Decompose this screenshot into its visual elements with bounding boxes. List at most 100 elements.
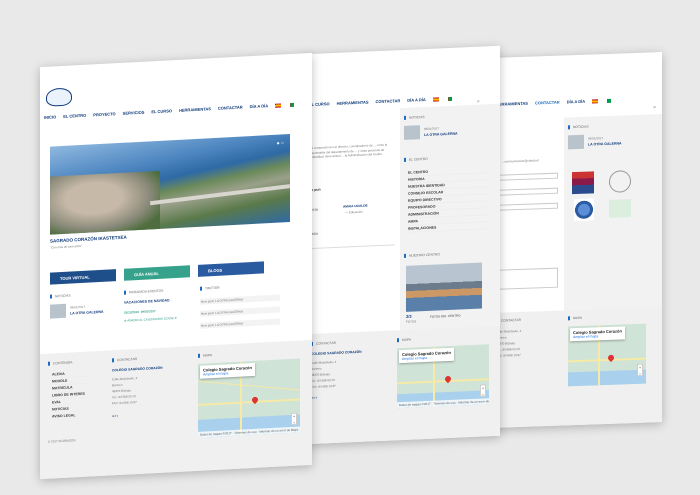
copyright: © 2017 SCORAZON [48, 438, 76, 444]
nav-el-curso[interactable]: EL CURSO [151, 108, 172, 114]
el-centro-page-mockup: EL CURSO HERRAMIENTAS CONTACTAR DÍA A DÍ… [305, 45, 500, 445]
map-zoom-control[interactable]: + − [480, 384, 486, 397]
body-text: ...é compuesto por el director, coordina… [309, 142, 388, 160]
nav-herramientas[interactable]: HERRAMIENTAS [337, 99, 369, 105]
basque-flag-icon[interactable] [288, 102, 295, 107]
partner-logo[interactable] [609, 170, 631, 193]
photo-caption[interactable]: FOTOS DEL CENTRO [430, 313, 461, 318]
news-title[interactable]: LA OTRA GALERNA [588, 141, 622, 146]
footer-links: ALEXIA MOODLE MATRÍCULA LIBRO DE INTERES… [52, 368, 102, 421]
home-page-mockup: INICIO EL CENTRO PROYECTO SERVICIOS EL C… [40, 52, 312, 480]
google-map[interactable]: Colegio Sagrado Corazón Ampliar el mapa … [397, 344, 489, 409]
gallery-heading: NUESTRO CENTRO [404, 252, 440, 258]
mockup-stage: HERRAMIENTAS CONTACTAR DÍA A DÍA ⌕ ...sc… [0, 0, 700, 495]
nav-dia-a-dia[interactable]: DÍA A DÍA [407, 97, 425, 103]
basque-flag-icon[interactable] [605, 98, 612, 103]
main-nav: HERRAMIENTAS CONTACTAR DÍA A DÍA [496, 98, 612, 107]
blogs-button[interactable]: BLOGS [198, 261, 264, 277]
tour-virtual-button[interactable]: TOUR VIRTUAL [50, 269, 116, 285]
news-title[interactable]: LA OTRA GALERNA [70, 310, 104, 316]
search-icon[interactable]: ⌕ [653, 104, 656, 110]
el-centro-heading: EL CENTRO [404, 156, 428, 162]
map-zoom-control[interactable]: + − [637, 363, 643, 376]
nav-contactar[interactable]: CONTACTAR [218, 105, 243, 111]
spanish-flag-icon[interactable] [592, 98, 599, 103]
footer-contact-lines: Calle Matxitxako, 4 Bermeo 48370 Bizkaia… [112, 376, 138, 406]
google-map[interactable]: Colegio Sagrado Corazón Ampliar el mapa … [198, 358, 300, 438]
footer: CONTACTAR COLEGIO SAGRADO CORAZÓN Calle … [305, 325, 500, 445]
contact-email-field[interactable] [496, 187, 558, 196]
photo-count: 3/3 [406, 313, 412, 319]
news-date: 05/01/2017 [424, 126, 440, 132]
add-to-calendar-link[interactable]: ⊕ AÑADIR AL CALENDARIO GOOGLE [124, 316, 177, 323]
contact-name-field[interactable] [496, 172, 558, 181]
footer-map-heading: MAPA [397, 337, 412, 343]
hero-title: SAGRADO CORAZÓN IKASTETXEA [50, 234, 127, 244]
contact-sidebar: NOTICIAS 05/01/2017 LA OTRA GALERNA [564, 114, 662, 328]
globe-logo[interactable] [574, 198, 594, 222]
sidebar-news-heading: NOTICIAS [404, 115, 425, 120]
nav-herramientas[interactable]: HERRAMIENTAS [496, 101, 528, 107]
tweet-item[interactable]: New post: LA OTRA GALERNA [200, 318, 280, 329]
sidebar-news-heading: NOTICIAS [568, 124, 589, 130]
contact-form: ...scomunicacion@cdsd.net [492, 117, 562, 340]
school-group-photo[interactable] [406, 262, 482, 312]
news-thumbnail[interactable] [404, 125, 420, 140]
nav-contactar[interactable]: CONTACTAR [376, 98, 401, 104]
nav-inicio[interactable]: INICIO [44, 114, 56, 120]
nav-servicios[interactable]: SERVICIOS [123, 110, 145, 116]
contact-message-field[interactable] [496, 267, 558, 290]
person-name: AMAIA UGALDE [343, 203, 368, 209]
social-icons: ✉ f t [112, 414, 118, 418]
divider [309, 244, 395, 250]
tweet-item[interactable]: New post: LA OTRA GALERNA [200, 294, 280, 305]
footer: CONTENIDA ALEXIA MOODLE MATRÍCULA LIBRO … [40, 339, 312, 480]
footer-contact-lines: Calle Matxitxako, 4 Bermeo 48370 Bizkaia… [311, 359, 337, 389]
twitter-icon[interactable]: t [316, 396, 317, 400]
map-zoom-control[interactable]: + − [291, 412, 297, 425]
spanish-flag-icon[interactable] [275, 102, 282, 108]
nav-contactar[interactable]: CONTACTAR [535, 100, 560, 106]
enlarge-map-link[interactable]: Ampliar el mapa [402, 355, 451, 361]
photo-label: FOTOS [406, 319, 417, 324]
news-thumbnail[interactable] [50, 303, 66, 319]
guia-anual-button[interactable]: GUÍA ANUAL [124, 265, 190, 281]
footer-contact-heading: CONTACTAR [112, 357, 138, 363]
footer-content-heading: CONTENIDA [48, 360, 73, 366]
basque-flag-icon[interactable] [445, 96, 452, 101]
contact-email: ...scomunicacion@cdsd.net [502, 158, 539, 164]
tweet-item[interactable]: New post: LA OTRA GALERNA [200, 306, 280, 317]
nav-el-centro[interactable]: EL CENTRO [63, 113, 86, 119]
environment-logo[interactable] [609, 199, 631, 218]
news-date: 05/01/2017 [588, 136, 604, 141]
footer-contact-heading: CONTACTAR [311, 340, 337, 346]
hero-aerial-photo[interactable]: ● ○ [50, 134, 290, 235]
page-content: ...é compuesto por el director, coordina… [305, 114, 400, 348]
event-title[interactable]: VACACIONES DE NAVIDAD [124, 298, 170, 304]
footer: CONTACTAR Calle Matxitxako, 4 Bermeo 483… [492, 307, 662, 428]
main-nav: EL CURSO HERRAMIENTAS CONTACTAR DÍA A DÍ… [309, 96, 452, 107]
slider-dots[interactable]: ● ○ [277, 140, 284, 146]
nav-proyecto[interactable]: PROYECTO [93, 111, 115, 117]
spanish-flag-icon[interactable] [432, 96, 439, 102]
contact-subject-field[interactable] [496, 202, 558, 211]
google-map[interactable]: Colegio Sagrado Corazón Ampliar el mapa … [568, 323, 646, 387]
contact-page-mockup: HERRAMIENTAS CONTACTAR DÍA A DÍA ⌕ ...sc… [492, 52, 662, 428]
news-thumbnail[interactable] [568, 134, 584, 150]
nav-dia-a-dia[interactable]: DÍA A DÍA [250, 103, 268, 109]
footer-link-aviso-legal[interactable]: AVISO LEGAL [52, 410, 102, 421]
twitter-icon[interactable]: t [117, 414, 118, 418]
news-date: 05/01/2017 [70, 304, 86, 310]
news-title[interactable]: LA OTRA GALERNA [424, 132, 458, 137]
wikitoki-logo[interactable] [572, 171, 594, 195]
enlarge-map-link[interactable]: Ampliar el mapa [573, 333, 622, 339]
nav-el-curso[interactable]: EL CURSO [309, 101, 330, 107]
map-info-card: Colegio Sagrado Corazón Ampliar el mapa [200, 362, 255, 379]
nav-herramientas[interactable]: HERRAMIENTAS [179, 106, 211, 113]
event-dates: 23/12/2016 09/01/2017 [124, 309, 156, 315]
news-heading: NOTICIAS [50, 293, 71, 299]
nav-dia-a-dia[interactable]: DÍA A DÍA [567, 99, 585, 105]
hero-subtitle: "Con más de cien años" [50, 243, 82, 250]
el-centro-menu: EL CENTRO HISTORIA NUESTRA IDENTIDAD CON… [408, 166, 488, 233]
school-logo[interactable] [46, 87, 72, 107]
